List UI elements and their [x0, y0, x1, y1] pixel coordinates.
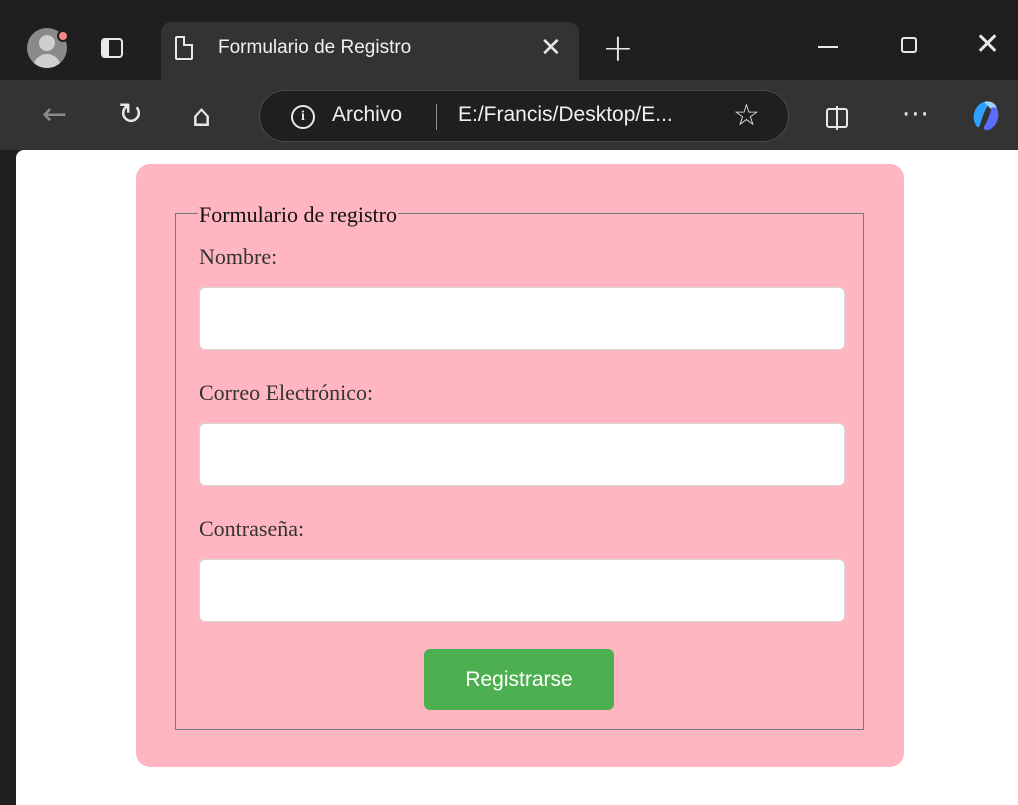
info-icon[interactable]: i: [291, 105, 315, 129]
maximize-icon[interactable]: [901, 37, 917, 53]
tab-close-icon[interactable]: ✕: [540, 33, 562, 63]
window-close-icon[interactable]: ✕: [975, 28, 1000, 62]
url-text[interactable]: E:/Francis/Desktop/E...: [458, 103, 673, 127]
minimize-icon[interactable]: [818, 46, 838, 48]
new-tab-icon[interactable]: +: [602, 28, 634, 68]
password-label: Contraseña:: [199, 516, 305, 541]
favorite-star-icon[interactable]: ☆: [733, 99, 760, 133]
tab-title[interactable]: Formulario de Registro: [218, 37, 411, 59]
back-arrow-icon[interactable]: ←: [42, 98, 67, 132]
profile-notification-dot: [57, 30, 69, 42]
split-screen-icon[interactable]: [826, 106, 848, 130]
home-icon[interactable]: ⌂: [192, 100, 211, 134]
email-input[interactable]: [199, 423, 845, 486]
page-icon: [175, 36, 193, 60]
register-button[interactable]: Registrarse: [424, 649, 614, 710]
window-left-edge: [0, 150, 16, 805]
email-label: Correo Electrónico:: [199, 380, 374, 405]
tab-actions-icon[interactable]: [101, 38, 123, 58]
site-info-label[interactable]: Archivo: [332, 103, 402, 127]
avatar-head: [39, 35, 55, 51]
name-label: Nombre:: [199, 244, 278, 269]
fieldset-legend: Formulario de registro: [198, 201, 398, 229]
name-input[interactable]: [199, 287, 845, 350]
password-input[interactable]: [199, 559, 845, 622]
reload-icon[interactable]: ↻: [118, 98, 143, 132]
copilot-icon[interactable]: [966, 96, 1006, 136]
more-options-icon[interactable]: ···: [902, 100, 930, 130]
address-separator: [436, 104, 437, 130]
avatar-body: [33, 54, 61, 68]
